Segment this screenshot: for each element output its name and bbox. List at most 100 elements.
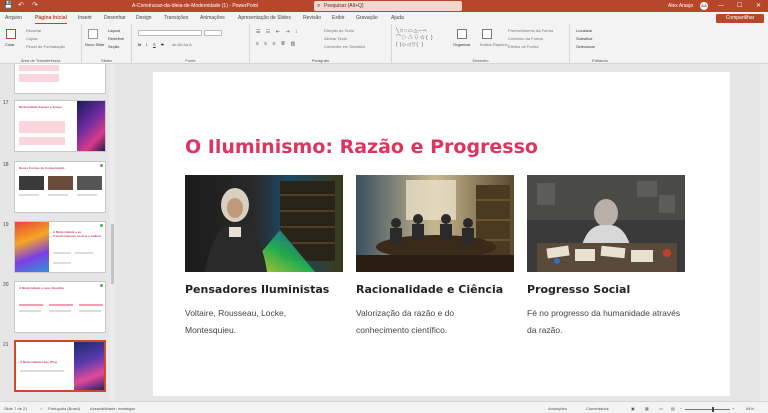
quick-styles-button[interactable]: Estilos Rápidos: [480, 42, 508, 47]
reading-view-icon[interactable]: ▭: [659, 406, 663, 411]
bold-button[interactable]: N: [138, 42, 141, 47]
slide-thumbnail-19[interactable]: A Modernidade e as Transformações na Art…: [14, 221, 106, 273]
tab-gravacao[interactable]: Gravação: [356, 15, 378, 21]
card-body[interactable]: Voltaire, Rousseau, Locke, Montesquieu.: [185, 305, 335, 339]
font-name-select[interactable]: [138, 30, 202, 36]
card-heading[interactable]: Progresso Social: [527, 283, 630, 296]
font-size-select[interactable]: [204, 30, 222, 36]
text-direction-button[interactable]: Direção do Texto: [324, 28, 354, 33]
shapes-gallery-row3[interactable]: ⌈⌉◇◁▽( ): [396, 42, 424, 48]
smartart-button[interactable]: Converter em SmartArt: [324, 44, 365, 49]
slideshow-icon[interactable]: ▤: [671, 406, 675, 411]
shapes-gallery-row2[interactable]: ⌒▷△⇩☆{ }: [396, 35, 434, 41]
slide-thumbnail-18[interactable]: Novas Formas de Comunicação: [14, 161, 106, 213]
normal-view-icon[interactable]: ▣: [631, 406, 635, 411]
thumbnail-title: Novas Formas de Comunicação: [19, 166, 65, 170]
minimize-icon[interactable]: —: [718, 2, 724, 10]
title-bar: 💾 ↶ ↷ A-Construcao-da-Ideia-de-Modernida…: [0, 0, 768, 12]
font-tools[interactable]: ab AV Aa A: [172, 42, 192, 47]
tab-transicoes[interactable]: Transições: [164, 15, 188, 21]
section-button[interactable]: Seção: [108, 44, 119, 49]
tab-design[interactable]: Design: [136, 15, 152, 21]
slide-thumbnail-16[interactable]: [14, 64, 106, 94]
arrange-icon[interactable]: [457, 29, 467, 39]
slide-editor: O Iluminismo: Razão e Progresso Pensador…: [117, 64, 768, 401]
arrange-button[interactable]: Organizar: [453, 42, 471, 47]
strikethrough-button[interactable]: S: [161, 42, 164, 47]
replace-button[interactable]: Substituir: [576, 36, 593, 41]
copy-button[interactable]: Copiar: [26, 36, 38, 41]
italic-button[interactable]: I: [146, 42, 147, 47]
drawing-group: ╲□○▭△⌐⇨ ⌒▷△⇩☆{ } ⌈⌉◇◁▽( ) Organizar Esti…: [392, 24, 570, 64]
card-heading[interactable]: Pensadores Iluministas: [185, 283, 329, 296]
shape-outline-button[interactable]: Contorno da Forma: [508, 36, 543, 41]
quick-styles-icon[interactable]: [482, 29, 492, 39]
cut-button[interactable]: Recortar: [26, 28, 41, 33]
align-text-button[interactable]: Alinhar Texto: [324, 36, 347, 41]
paste-icon[interactable]: [6, 29, 16, 39]
list-buttons[interactable]: ☰ ☷ ⇤ ⇥ ↕: [256, 29, 299, 35]
paste-button[interactable]: Colar: [5, 42, 15, 47]
new-slide-button[interactable]: Novo Slide: [85, 42, 104, 47]
card-body[interactable]: Valorização da razão e do conhecimento c…: [356, 305, 506, 339]
racionalidade-image[interactable]: [356, 175, 514, 272]
tab-exibir[interactable]: Exibir: [332, 15, 345, 21]
search-box[interactable]: ⌕ Pesquisar (Alt+Q): [314, 1, 462, 11]
zoom-out-icon[interactable]: −: [680, 406, 682, 411]
tab-pagina-inicial[interactable]: Página Inicial: [35, 15, 67, 24]
tab-ajuda[interactable]: Ajuda: [391, 15, 404, 21]
editor-scrollbar[interactable]: [760, 64, 768, 401]
zoom-slider-thumb[interactable]: [712, 407, 714, 412]
slide-sorter-icon[interactable]: ▦: [645, 406, 649, 411]
shape-fill-button[interactable]: Preenchimento da Forma: [508, 28, 553, 33]
underline-button[interactable]: S: [153, 42, 156, 47]
close-icon[interactable]: ✕: [756, 2, 761, 10]
shapes-gallery[interactable]: ╲□○▭△⌐⇨: [396, 28, 428, 34]
save-icon[interactable]: 💾: [4, 2, 13, 10]
align-buttons[interactable]: ≡ ≡ ≡ ≣ ▥: [256, 41, 297, 47]
tab-revisao[interactable]: Revisão: [303, 15, 321, 21]
redo-icon[interactable]: ↷: [32, 2, 38, 10]
format-painter-button[interactable]: Pincel de Formatação: [26, 44, 65, 49]
thumbnails-scrollbar[interactable]: [110, 64, 115, 401]
progresso-image[interactable]: [527, 175, 685, 272]
avatar[interactable]: AA: [700, 2, 708, 10]
pensadores-image[interactable]: [185, 175, 343, 272]
reset-button[interactable]: Redefinir: [108, 36, 124, 41]
language-status[interactable]: Português (Brasil): [48, 406, 80, 411]
tab-animacoes[interactable]: Animações: [200, 15, 225, 21]
slide-number: 21: [3, 342, 9, 348]
slide-canvas[interactable]: O Iluminismo: Razão e Progresso Pensador…: [153, 72, 730, 396]
maximize-icon[interactable]: ☐: [737, 2, 742, 10]
share-button[interactable]: Compartilhar: [716, 14, 764, 23]
spellcheck-icon[interactable]: ✓: [40, 406, 43, 411]
select-button[interactable]: Selecionar: [576, 44, 595, 49]
slide-title[interactable]: O Iluminismo: Razão e Progresso: [185, 136, 538, 158]
tab-apresentacao[interactable]: Apresentação de Slides: [238, 15, 291, 21]
tab-desenhar[interactable]: Desenhar: [104, 15, 126, 21]
comments-button[interactable]: Comentários: [586, 406, 609, 411]
thumbnail-title: A Modernidade Hoje (Pós): [20, 360, 58, 364]
zoom-level[interactable]: 94%: [746, 406, 754, 411]
slide-count: Slide 7 de 21: [4, 406, 28, 411]
slide-thumbnail-20[interactable]: A Modernidade e seus Desafios: [14, 281, 106, 333]
shape-effects-button[interactable]: Efeitos de Forma: [508, 44, 538, 49]
user-name[interactable]: Alex Araujo: [668, 3, 693, 9]
find-button[interactable]: Localizar: [576, 28, 592, 33]
notes-button[interactable]: Anotações: [548, 406, 567, 411]
tab-arquivo[interactable]: Arquivo: [5, 15, 22, 21]
card-heading[interactable]: Racionalidade e Ciência: [356, 283, 503, 296]
layout-button[interactable]: Layout: [108, 28, 120, 33]
search-placeholder: Pesquisar (Alt+Q): [324, 3, 364, 9]
tab-inserir[interactable]: Inserir: [78, 15, 92, 21]
zoom-in-icon[interactable]: +: [732, 406, 734, 411]
new-slide-icon[interactable]: [88, 29, 98, 39]
accessibility-status[interactable]: Acessibilidade: investigar: [90, 406, 135, 411]
slide-thumbnails-pane[interactable]: 17 Modernidade Espaço e Tempo 18 Novas F…: [0, 64, 116, 401]
undo-icon[interactable]: ↶: [18, 2, 24, 10]
thumbnail-title: A Modernidade e seus Desafios: [19, 286, 65, 290]
zoom-slider[interactable]: [685, 409, 730, 410]
card-body[interactable]: Fé no progresso da humanidade através da…: [527, 305, 687, 339]
slide-thumbnail-21[interactable]: A Modernidade Hoje (Pós): [14, 340, 106, 392]
slide-thumbnail-17[interactable]: Modernidade Espaço e Tempo: [14, 100, 106, 152]
